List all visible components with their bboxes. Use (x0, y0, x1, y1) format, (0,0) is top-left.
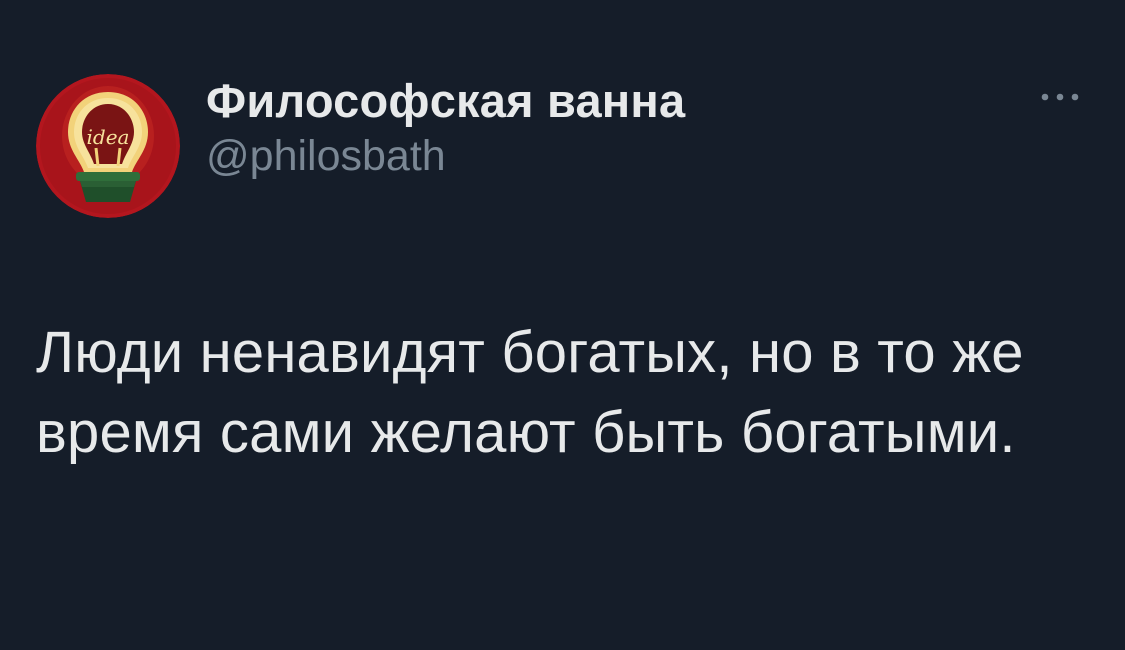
more-horizontal-icon (1041, 93, 1079, 101)
author-handle[interactable]: @philosbath (206, 130, 685, 182)
tweet-card: idea Философская ванна @philosbath Люди … (0, 0, 1125, 650)
tweet-text: Люди ненавидят богатых, но в то же время… (36, 320, 1024, 465)
more-options-button[interactable] (1032, 82, 1088, 112)
lightbulb-logo-icon: idea (36, 74, 180, 218)
avatar[interactable]: idea (36, 74, 180, 218)
tweet-author: Философская ванна @philosbath (206, 74, 685, 182)
svg-text:idea: idea (87, 125, 130, 149)
author-display-name[interactable]: Философская ванна (206, 74, 685, 128)
